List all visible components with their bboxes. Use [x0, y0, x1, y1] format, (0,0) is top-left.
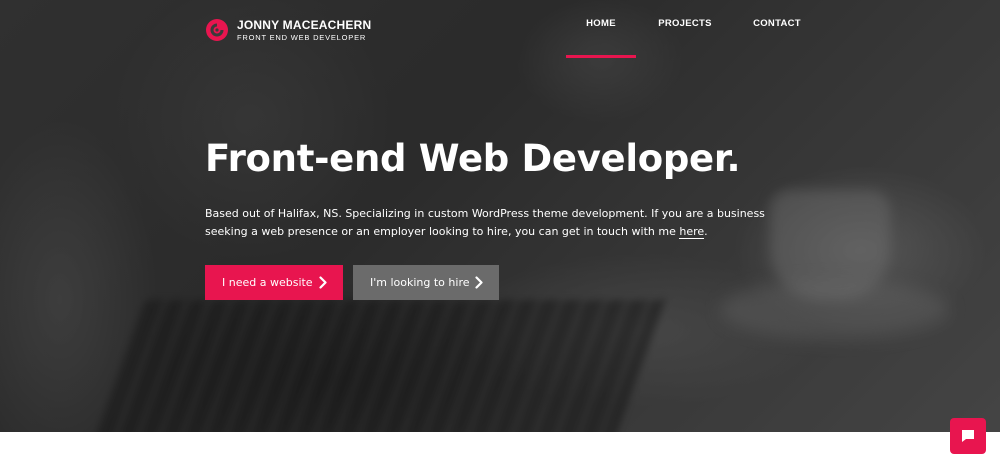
- main-nav: HOME PROJECTS CONTACT: [566, 0, 812, 58]
- brand-text: JONNY MACEACHERN FRONT END WEB DEVELOPER: [237, 19, 371, 42]
- hero-intro: Based out of Halifax, NS. Specializing i…: [205, 205, 795, 241]
- intro-end: .: [704, 225, 708, 238]
- looking-to-hire-button[interactable]: I'm looking to hire: [353, 265, 499, 300]
- chevron-right-icon: [475, 276, 483, 289]
- page-below-hero: [0, 432, 1000, 465]
- button-label: I need a website: [222, 276, 313, 289]
- chat-bubble-icon: [962, 430, 974, 442]
- nav-active-indicator: [566, 55, 636, 58]
- chevron-right-icon: [319, 276, 327, 289]
- need-website-button[interactable]: I need a website: [205, 265, 343, 300]
- nav-item-label: PROJECTS: [658, 18, 712, 29]
- contact-here-link[interactable]: here: [679, 225, 705, 239]
- nav-item-label: HOME: [586, 18, 616, 29]
- brand-tagline: FRONT END WEB DEVELOPER: [237, 32, 367, 42]
- nav-item-label: CONTACT: [753, 18, 801, 29]
- nav-item-contact[interactable]: CONTACT: [742, 0, 812, 58]
- brand-logo-link[interactable]: JONNY MACEACHERN FRONT END WEB DEVELOPER: [205, 18, 371, 42]
- spiral-logo-icon: [206, 19, 228, 41]
- nav-item-home[interactable]: HOME: [566, 0, 636, 58]
- nav-item-projects[interactable]: PROJECTS: [644, 0, 726, 58]
- hero-headline: Front-end Web Developer.: [205, 137, 741, 180]
- chat-button[interactable]: [950, 418, 986, 454]
- hero-section: JONNY MACEACHERN FRONT END WEB DEVELOPER…: [0, 0, 1000, 432]
- brand-name: JONNY MACEACHERN: [237, 17, 372, 32]
- button-label: I'm looking to hire: [370, 276, 470, 289]
